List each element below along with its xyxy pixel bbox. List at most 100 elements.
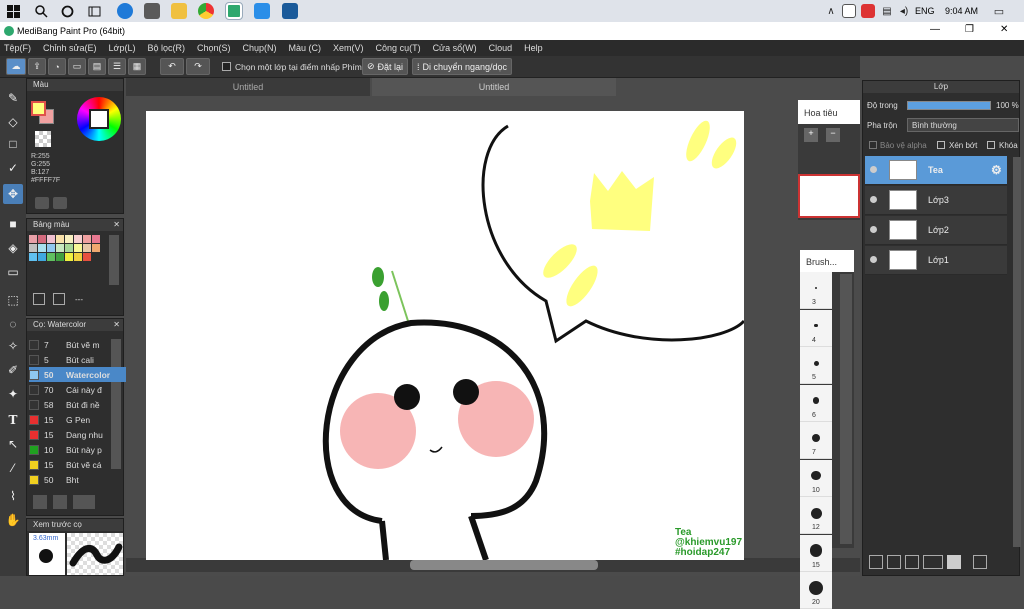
list-icon[interactable]: ☰ [108, 58, 126, 75]
layer-item[interactable]: Tea ⚙ [865, 156, 1007, 185]
brush-size-item[interactable]: 10 [800, 459, 832, 497]
task-view-icon[interactable] [85, 2, 103, 20]
brush-size-item[interactable]: 4 [800, 309, 832, 347]
menu-select[interactable]: Chọn(S) [197, 43, 231, 53]
select-eraser-tool-icon[interactable]: ✦ [3, 384, 23, 404]
menu-color[interactable]: Màu (C) [289, 43, 322, 53]
brush-item[interactable]: 15 Bút vẽ cá [29, 457, 133, 472]
brush-size-item[interactable]: 6 [800, 384, 832, 422]
layer-scrollbar[interactable] [1013, 157, 1021, 547]
rect-tool-icon[interactable]: □ [3, 134, 23, 154]
dropper-tool-icon[interactable]: ⌇ [3, 486, 23, 506]
clock[interactable]: 9:04 AM [945, 6, 978, 16]
layer-item[interactable]: Lớp3 [865, 186, 1007, 215]
palette-swatch[interactable] [83, 253, 91, 261]
start-icon[interactable] [4, 2, 22, 20]
lock-checkbox[interactable] [987, 141, 995, 149]
page-icon[interactable]: ▤ [88, 58, 106, 75]
eraser-tool-icon[interactable]: ◇ [3, 112, 23, 132]
network-icon[interactable]: ▤ [878, 2, 896, 20]
palette-swatch[interactable] [38, 244, 46, 252]
palette-swatch[interactable] [74, 253, 82, 261]
eye-icon[interactable] [870, 226, 877, 233]
menu-edit[interactable]: Chỉnh sửa(E) [43, 43, 97, 53]
brush-size-item[interactable]: 12 [800, 497, 832, 534]
brush-size-item[interactable]: 5 [800, 347, 832, 384]
palette-swatch[interactable] [65, 244, 73, 252]
menu-filter[interactable]: Bộ lọc(R) [147, 43, 185, 53]
brush-size-item[interactable]: 15 [800, 534, 832, 572]
new-layer-icon[interactable] [869, 555, 883, 569]
notification-icon[interactable]: ▭ [990, 2, 1008, 20]
layer-item[interactable]: Lớp2 [865, 216, 1007, 245]
horizontal-scrollbar[interactable] [126, 558, 860, 572]
foreground-color-swatch[interactable] [31, 101, 46, 116]
palette-swatch[interactable] [47, 253, 55, 261]
palette-swatch[interactable] [29, 244, 37, 252]
eye-icon[interactable] [870, 166, 877, 173]
palette-swatch[interactable] [83, 244, 91, 252]
brush-size-item[interactable]: 3 [800, 272, 832, 309]
palette-swatch[interactable] [38, 253, 46, 261]
scroll-thumb[interactable] [410, 560, 598, 570]
gear-icon[interactable]: ⚙ [991, 163, 1002, 177]
chrome-icon[interactable] [198, 3, 214, 19]
new-halftone-layer-icon[interactable] [887, 555, 901, 569]
zoom-in-icon[interactable]: + [804, 128, 818, 142]
palette-swatch[interactable] [56, 235, 64, 243]
delete-palette-icon[interactable] [53, 293, 65, 305]
bucket-tool-icon[interactable]: ◈ [3, 238, 23, 258]
search-icon[interactable] [32, 2, 50, 20]
color-wheel[interactable] [77, 97, 121, 141]
navigator-preview[interactable] [798, 174, 860, 218]
brush-size-item[interactable]: 7 [800, 422, 832, 459]
palette-swatch[interactable] [29, 253, 37, 261]
select-layer-checkbox[interactable] [222, 62, 231, 71]
medibang-icon[interactable] [225, 2, 243, 20]
transparent-color-swatch[interactable] [35, 131, 51, 147]
close-button[interactable]: ✕ [1000, 24, 1008, 35]
palette-swatch[interactable] [56, 253, 64, 261]
chevron-up-icon[interactable]: ∧ [822, 2, 840, 20]
message-icon[interactable]: ▭ [68, 58, 86, 75]
palette-swatch[interactable] [92, 235, 100, 243]
lasso-tool-icon[interactable]: ◌ [3, 314, 23, 334]
brush-settings-icon[interactable] [73, 495, 95, 509]
tab-untitled-2[interactable]: Untitled [372, 78, 616, 96]
move-tool-icon[interactable]: ✥ [3, 184, 23, 204]
add-brush-icon[interactable] [33, 495, 47, 509]
palette-swatch[interactable] [83, 235, 91, 243]
blend-mode-select[interactable]: Bình thường [907, 118, 1019, 132]
brush-item[interactable]: 58 Bút đi nề [29, 397, 133, 412]
new-palette-icon[interactable] [33, 293, 45, 305]
palette-swatch[interactable] [47, 244, 55, 252]
brush-item[interactable]: 70 Cái này đ [29, 382, 133, 397]
brush-item[interactable]: 10 Bút này p [29, 442, 133, 457]
eye-icon[interactable] [870, 256, 877, 263]
layer-item[interactable]: Lớp1 [865, 246, 1007, 275]
antivirus-icon[interactable] [861, 4, 875, 18]
zoom-out-icon[interactable]: − [826, 128, 840, 142]
cortana-icon[interactable] [58, 2, 76, 20]
brush-size-item[interactable]: 20 [800, 572, 832, 609]
close-icon[interactable]: ✕ [113, 220, 120, 229]
palette-swatch[interactable] [74, 244, 82, 252]
color-picker-icon[interactable] [53, 197, 67, 209]
magic-wand-tool-icon[interactable]: ✧ [3, 336, 23, 356]
menu-cloud[interactable]: Cloud [489, 43, 513, 53]
language-indicator[interactable]: ENG [915, 6, 935, 16]
menu-help[interactable]: Help [524, 43, 543, 53]
palette-swatch[interactable] [47, 235, 55, 243]
opacity-slider[interactable] [907, 101, 991, 110]
brush-item[interactable]: 7 Bút vẽ m [29, 337, 133, 352]
close-icon[interactable]: ✕ [113, 320, 120, 329]
app-icon[interactable] [282, 3, 298, 19]
palette-swatch[interactable] [56, 244, 64, 252]
undo-icon[interactable]: ↶ [160, 58, 184, 75]
brush-item[interactable]: 15 Dang nhu [29, 427, 133, 442]
gradient-tool-icon[interactable]: ▭ [3, 262, 23, 282]
brush-item[interactable]: 50 Watercolor [29, 367, 133, 382]
palette-swatch[interactable] [65, 235, 73, 243]
palette-swatch[interactable] [92, 244, 100, 252]
share-icon[interactable]: ⇪ [28, 58, 46, 75]
